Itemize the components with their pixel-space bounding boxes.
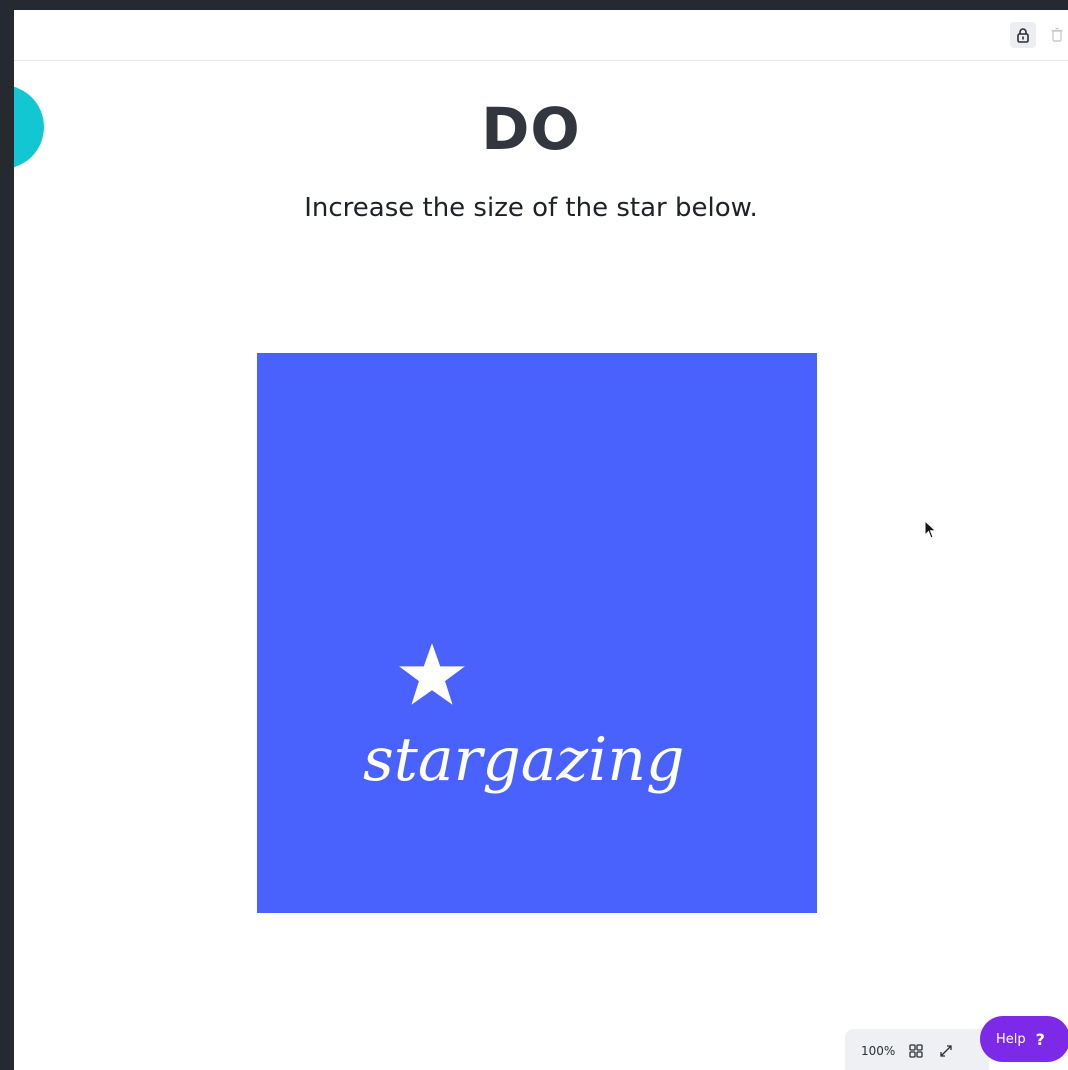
zoom-toolbar: 100% [845, 1029, 989, 1070]
trash-icon [1051, 27, 1063, 42]
help-button[interactable]: Help ? [980, 1016, 1068, 1062]
canvas-area: DO Increase the size of the star below. … [14, 10, 1068, 1070]
star-icon[interactable] [397, 641, 467, 711]
question-mark-icon: ? [1035, 1029, 1045, 1049]
mouse-cursor-icon [924, 520, 937, 539]
grid-view-icon[interactable] [907, 1042, 925, 1060]
editor-window: DO Increase the size of the star below. … [0, 0, 1068, 1070]
help-label: Help [996, 1031, 1026, 1047]
delete-button[interactable] [1044, 22, 1068, 48]
lock-button[interactable] [1010, 22, 1036, 48]
design-card[interactable]: stargazing [257, 353, 817, 913]
instruction-text: Increase the size of the star below. [304, 193, 758, 223]
lock-icon [1017, 28, 1029, 43]
stargazing-text[interactable]: stargazing [363, 725, 684, 795]
zoom-level[interactable]: 100% [861, 1044, 895, 1058]
fullscreen-icon[interactable] [937, 1042, 955, 1060]
page-title: DO [481, 95, 581, 163]
canvas-top-bar [14, 10, 1068, 61]
